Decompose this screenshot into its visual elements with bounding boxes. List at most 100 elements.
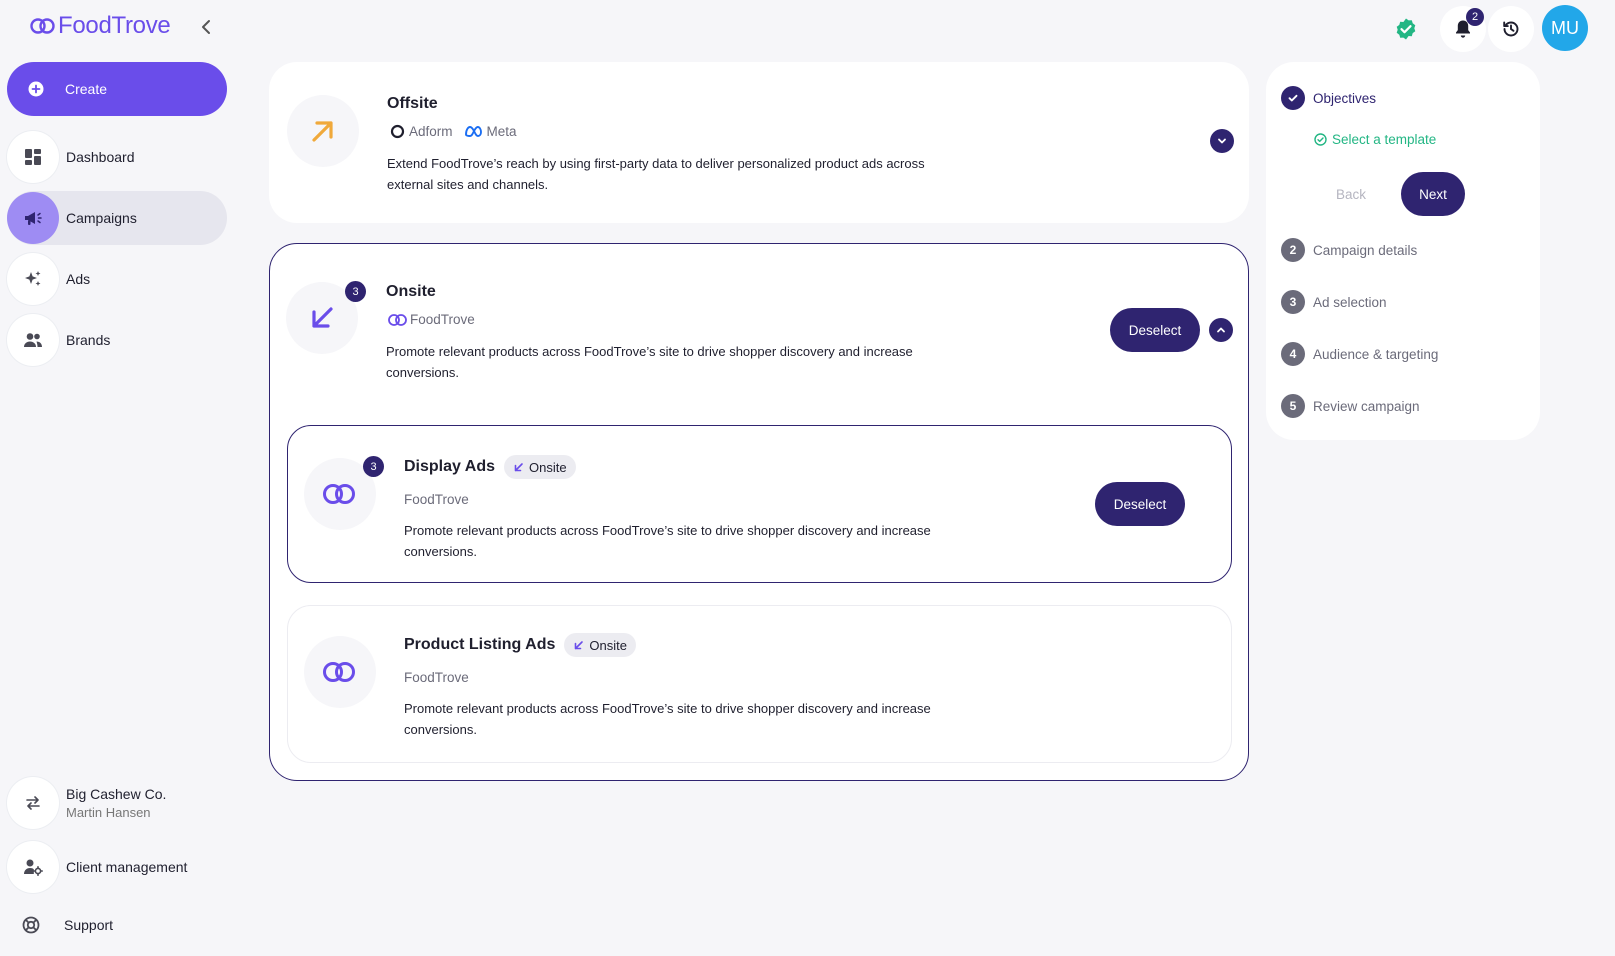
foodtrove-logo-icon (30, 18, 55, 34)
deselect-onsite-button[interactable]: Deselect (1110, 308, 1200, 352)
arrow-down-left-icon (575, 640, 584, 649)
offsite-description: Extend FoodTrove’s reach by using first-… (387, 156, 925, 192)
create-button[interactable]: Create (7, 62, 227, 116)
provider-label: FoodTrove (410, 312, 475, 327)
step-objectives[interactable]: Objectives (1281, 86, 1376, 110)
ad-type-card-product-listing-ads[interactable]: Product Listing Ads Onsite FoodTrove Pro… (287, 605, 1232, 763)
lifebuoy-icon (22, 916, 40, 934)
display-ads-provider: FoodTrove (404, 492, 469, 507)
offsite-providers: Adform Meta (390, 124, 528, 139)
plus-circle-icon (7, 63, 65, 115)
arrow-down-left-icon (312, 307, 333, 328)
sidebar-item-brands[interactable]: Brands (7, 313, 227, 367)
product-listing-ads-description: Promote relevant products across FoodTro… (404, 701, 931, 737)
step-number: 3 (1281, 290, 1305, 314)
step-label: Objectives (1313, 90, 1377, 106)
ad-type-card-display-ads[interactable]: 3 Display Ads Onsite FoodTrove Promote r… (287, 425, 1232, 583)
product-listing-ads-title: Product Listing Ads (404, 636, 556, 653)
onsite-description: Promote relevant products across FoodTro… (386, 344, 913, 380)
logo-text: FoodTrove (58, 12, 171, 39)
people-icon (7, 314, 59, 366)
provider-label: Meta (486, 124, 517, 139)
history-button[interactable] (1488, 6, 1534, 52)
display-ads-title: Display Ads (404, 458, 495, 475)
product-listing-ads-provider: FoodTrove (404, 670, 469, 685)
foodtrove-icon (388, 313, 407, 326)
tag-label: Onsite (589, 637, 627, 653)
arrow-down-left-icon (514, 462, 523, 471)
back-button[interactable]: Back (1311, 172, 1391, 216)
user-gear-icon (7, 841, 59, 893)
offsite-title: Offsite (387, 95, 438, 112)
step-campaign-details[interactable]: 2 Campaign details (1281, 238, 1417, 262)
deselect-display-ads-button[interactable]: Deselect (1095, 482, 1185, 526)
user-avatar[interactable]: MU (1542, 5, 1588, 51)
support-link[interactable]: Support (22, 916, 113, 934)
step-number: 5 (1281, 394, 1305, 418)
sidebar-item-campaigns[interactable]: Campaigns (7, 191, 227, 245)
collapse-sidebar-button[interactable] (196, 16, 218, 38)
onsite-count-badge: 3 (345, 281, 366, 302)
expand-offsite-button[interactable] (1210, 129, 1234, 153)
sidebar-item-dashboard[interactable]: Dashboard (7, 130, 227, 184)
meta-icon (464, 126, 482, 137)
check-circle-outline-icon (1314, 133, 1327, 146)
step-label: Campaign details (1313, 242, 1418, 258)
switch-arrows-icon (7, 777, 59, 829)
notifications-button[interactable]: 2 (1440, 6, 1486, 52)
provider-label: Adform (409, 124, 453, 139)
chevron-down-icon (1218, 138, 1226, 144)
account-user: Martin Hansen (66, 805, 151, 820)
objective-card-offsite[interactable]: Offsite Adform Meta Extend FoodTrove’s r… (269, 62, 1249, 223)
chevron-left-icon (202, 20, 210, 34)
onsite-title: Onsite (386, 283, 436, 300)
provider-adform: Adform (390, 124, 453, 139)
chevron-up-icon (1217, 327, 1225, 333)
display-ads-description: Promote relevant products across FoodTro… (404, 523, 931, 559)
sidebar-item-label: Ads (66, 271, 91, 287)
sidebar-item-label: Brands (66, 332, 111, 348)
sparkle-icon (7, 253, 59, 305)
provider-foodtrove: FoodTrove (387, 312, 475, 327)
sidebar-item-label: Dashboard (66, 149, 135, 165)
account-switcher[interactable]: Big Cashew Co. Martin Hansen (7, 777, 166, 829)
onsite-providers: FoodTrove (387, 312, 475, 327)
display-ads-count-badge: 3 (363, 456, 384, 477)
collapse-onsite-button[interactable] (1209, 318, 1233, 342)
step-ad-selection[interactable]: 3 Ad selection (1281, 290, 1387, 314)
product-listing-ads-icon-container (304, 636, 376, 708)
verified-badge-icon (1396, 18, 1416, 40)
onsite-tag: Onsite (564, 633, 636, 657)
account-company: Big Cashew Co. (66, 786, 167, 802)
step-review-campaign[interactable]: 5 Review campaign (1281, 394, 1420, 418)
foodtrove-rings-icon (323, 484, 355, 504)
adform-icon (390, 124, 405, 139)
tag-label: Onsite (529, 459, 567, 475)
step-number: 4 (1281, 342, 1305, 366)
offsite-icon-container (287, 95, 359, 167)
create-label: Create (65, 81, 108, 97)
dashboard-icon (7, 131, 59, 183)
provider-meta: Meta (464, 124, 517, 139)
support-label: Support (64, 917, 114, 933)
step-number: 2 (1281, 238, 1305, 262)
arrow-up-right-icon (312, 121, 333, 142)
sidebar-item-ads[interactable]: Ads (7, 252, 227, 306)
substep-label: Select a template (1332, 132, 1437, 147)
sidebar-item-client-management[interactable]: Client management (7, 840, 227, 894)
history-icon (1503, 21, 1519, 37)
next-button[interactable]: Next (1401, 172, 1465, 216)
sidebar-item-label: Campaigns (66, 210, 137, 226)
campaign-steps-panel: Objectives Select a template Back Next 2… (1266, 62, 1540, 440)
check-circle-icon (1281, 86, 1305, 110)
notification-count-badge: 2 (1466, 8, 1484, 26)
step-audience-targeting[interactable]: 4 Audience & targeting (1281, 342, 1438, 366)
step-label: Ad selection (1313, 294, 1387, 310)
foodtrove-rings-icon (323, 662, 355, 682)
megaphone-icon (7, 192, 59, 244)
step-label: Review campaign (1313, 398, 1420, 414)
step-label: Audience & targeting (1313, 346, 1439, 362)
substep-select-template[interactable]: Select a template (1314, 132, 1436, 147)
objective-card-onsite[interactable]: 3 Onsite FoodTrove Promote relevant prod… (269, 243, 1249, 781)
foodtrove-logo[interactable]: FoodTrove (30, 12, 171, 40)
